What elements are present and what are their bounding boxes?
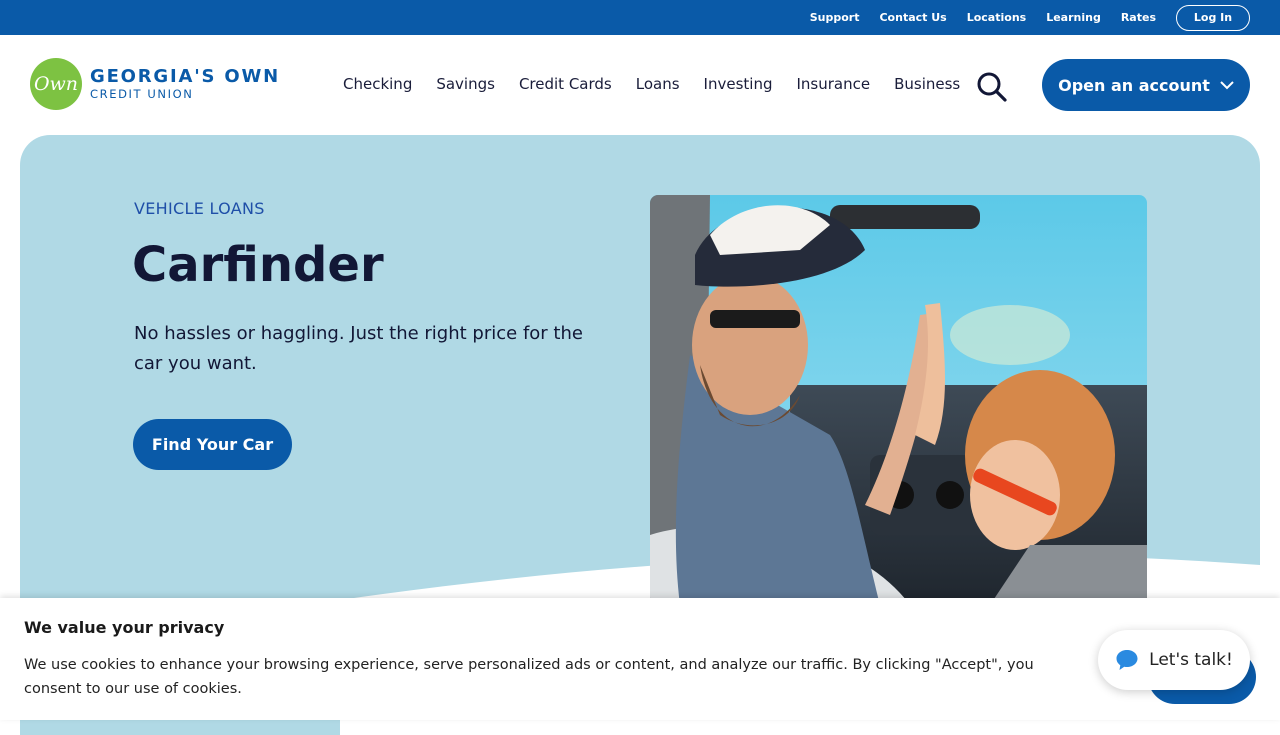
open-account-label: Open an account <box>1058 75 1210 95</box>
login-button[interactable]: Log In <box>1176 4 1250 31</box>
rates-link[interactable]: Rates <box>1121 11 1156 24</box>
cookie-title: We value your privacy <box>24 618 225 637</box>
logo-badge: Own <box>30 58 82 110</box>
hero-photo-illustration <box>650 195 1147 605</box>
primary-nav: Checking Savings Credit Cards Loans Inve… <box>343 75 984 93</box>
logo[interactable]: Own GEORGIA'S OWN CREDIT UNION <box>30 58 280 110</box>
chat-bubble[interactable]: Let's talk! <box>1098 630 1250 690</box>
utility-bar: Support Contact Us Locations Learning Ra… <box>0 0 1280 35</box>
open-account-button[interactable]: Open an account <box>1042 59 1250 111</box>
find-your-car-button[interactable]: Find Your Car <box>133 419 292 470</box>
nav-insurance[interactable]: Insurance <box>796 75 870 93</box>
nav-investing[interactable]: Investing <box>704 75 773 93</box>
hero-photo <box>650 195 1147 605</box>
nav-credit-cards[interactable]: Credit Cards <box>519 75 612 93</box>
nav-loans[interactable]: Loans <box>636 75 680 93</box>
contact-us-link[interactable]: Contact Us <box>879 11 946 24</box>
logo-line-1: GEORGIA'S OWN <box>90 65 280 87</box>
support-link[interactable]: Support <box>810 11 860 24</box>
search-icon[interactable] <box>976 71 1008 103</box>
nav-business[interactable]: Business <box>894 75 960 93</box>
cookie-text: We use cookies to enhance your browsing … <box>24 657 1034 697</box>
chat-label: Let's talk! <box>1149 650 1233 670</box>
logo-text: GEORGIA'S OWN CREDIT UNION <box>90 65 280 101</box>
locations-link[interactable]: Locations <box>967 11 1026 24</box>
learning-link[interactable]: Learning <box>1046 11 1101 24</box>
logo-line-2: CREDIT UNION <box>90 86 194 101</box>
chat-bubble-icon <box>1116 650 1138 670</box>
nav-checking[interactable]: Checking <box>343 75 412 93</box>
hero-subtitle: No hassles or haggling. Just the right p… <box>134 323 583 374</box>
main-header: Own GEORGIA'S OWN CREDIT UNION Checking … <box>0 35 1280 135</box>
chevron-down-icon <box>1220 81 1234 90</box>
nav-savings[interactable]: Savings <box>436 75 495 93</box>
page-title: Carfinder <box>132 237 384 293</box>
hero-eyebrow: VEHICLE LOANS <box>134 199 265 218</box>
cookie-banner: We value your privacy We use cookies to … <box>0 598 1280 720</box>
